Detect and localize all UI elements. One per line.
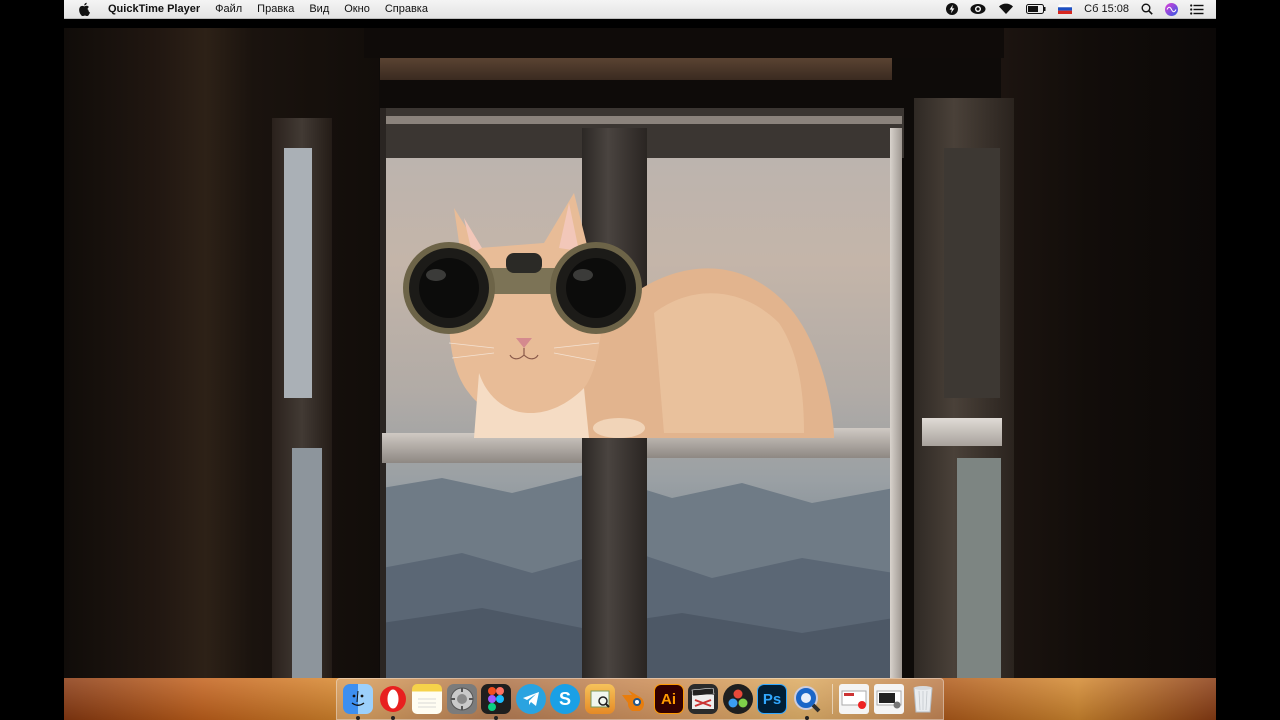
downloads-stack-icon[interactable]: [839, 684, 869, 714]
menu-file[interactable]: Файл: [215, 0, 242, 18]
ceiling: [364, 28, 1004, 58]
lightning-icon[interactable]: [946, 3, 959, 15]
system-preferences-icon[interactable]: [446, 684, 477, 714]
blender-icon[interactable]: [619, 684, 649, 714]
eye-icon[interactable]: [970, 3, 986, 15]
notes-icon[interactable]: [412, 684, 442, 714]
quicktime-icon[interactable]: [792, 684, 822, 720]
desktop-left-border: [0, 0, 64, 720]
window-left-jamb: [380, 108, 386, 678]
siri-icon[interactable]: [1165, 2, 1178, 16]
window-top-frame-highlight: [382, 116, 902, 124]
right-shutter-rail: [922, 418, 1002, 446]
illustrator-icon[interactable]: Ai: [653, 684, 684, 714]
left-shutter-glass-top: [284, 148, 312, 398]
menu-view[interactable]: Вид: [309, 0, 329, 18]
trash-icon[interactable]: [908, 684, 938, 714]
notification-center-icon[interactable]: [1190, 3, 1204, 15]
documents-stack-icon[interactable]: [873, 684, 904, 714]
menu-bar: QuickTime Player Файл Правка Вид Окно Сп…: [64, 0, 1216, 19]
telegram-icon[interactable]: [515, 684, 546, 714]
status-area: Сб 15:08: [934, 0, 1216, 18]
finder-icon[interactable]: [343, 684, 373, 720]
menu-app-name[interactable]: QuickTime Player: [108, 0, 200, 18]
menu-edit[interactable]: Правка: [257, 0, 294, 18]
figma-icon[interactable]: [481, 684, 511, 720]
search-icon[interactable]: [1141, 3, 1153, 15]
left-shutter-glass-bottom: [292, 448, 322, 678]
opera-icon[interactable]: [378, 684, 408, 720]
right-shutter-glass-top: [944, 148, 1000, 398]
russian-flag-icon[interactable]: [1058, 4, 1073, 14]
davinci-icon[interactable]: [722, 684, 753, 714]
screen: QuickTime Player Файл Правка Вид Окно Сп…: [64, 0, 1216, 720]
room-wall-right: [1001, 28, 1216, 678]
menu-help[interactable]: Справка: [385, 0, 428, 18]
wifi-icon[interactable]: [998, 3, 1014, 15]
video-player[interactable]: [64, 28, 1216, 678]
final-cut-icon[interactable]: [688, 684, 718, 714]
menu-window[interactable]: Окно: [344, 0, 370, 18]
cat-with-binoculars: [403, 193, 834, 438]
right-shutter-glass-bottom: [957, 458, 1001, 678]
battery-icon[interactable]: [1026, 4, 1046, 14]
desktop-right-border: [1216, 0, 1280, 720]
dock-separator: [832, 684, 833, 714]
photoshop-icon[interactable]: Ps: [757, 684, 787, 714]
preview-icon[interactable]: [584, 684, 615, 714]
clock[interactable]: Сб 15:08: [1084, 3, 1129, 15]
apple-icon[interactable]: [78, 2, 94, 16]
dock: S Ai Ps: [336, 678, 944, 720]
skype-icon[interactable]: S: [550, 684, 580, 714]
window-right-jamb: [890, 128, 902, 678]
window-lintel: [380, 58, 892, 80]
